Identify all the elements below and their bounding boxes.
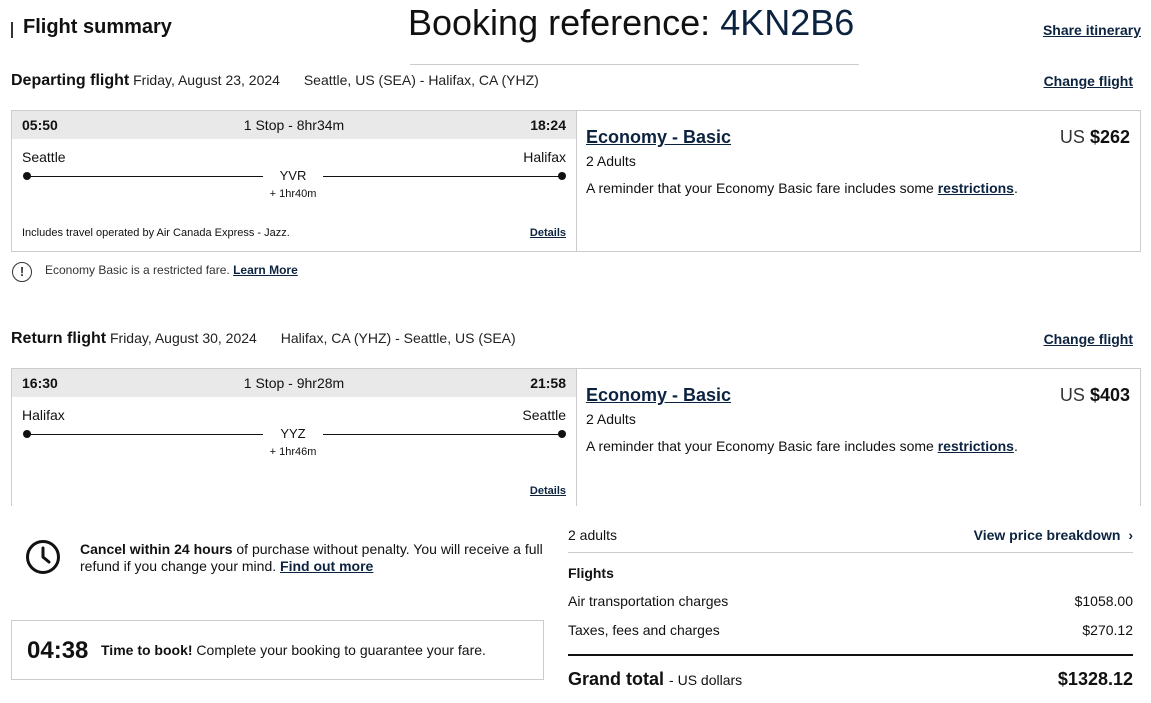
fare-price: US $403 bbox=[1060, 385, 1130, 406]
divider bbox=[568, 552, 1133, 553]
countdown-timer: 04:38 bbox=[27, 637, 89, 664]
fare-panel: Economy - Basic US $262 2 Adults A remin… bbox=[586, 111, 1130, 251]
arrival-time: 21:58 bbox=[530, 375, 566, 391]
details-link[interactable]: Details bbox=[530, 227, 566, 239]
grand-total-label: Grand total bbox=[568, 669, 665, 689]
learn-more-link[interactable]: Learn More bbox=[233, 263, 298, 277]
flights-heading: Flights bbox=[568, 565, 614, 581]
grand-total-currency: - US dollars bbox=[669, 672, 743, 688]
flight-times-bar: 05:50 1 Stop - 8hr34m 18:24 bbox=[12, 111, 576, 139]
departing-flight-date: Friday, August 23, 2024 bbox=[133, 72, 280, 88]
layover-duration: + 1hr46m bbox=[269, 446, 317, 458]
operated-by-note: Includes travel operated by Air Canada E… bbox=[22, 227, 290, 239]
origin-city: Seattle bbox=[22, 149, 66, 165]
clock-icon bbox=[26, 540, 60, 574]
stops-duration: 1 Stop - 8hr34m bbox=[243, 117, 345, 133]
layover-duration: + 1hr40m bbox=[269, 188, 317, 200]
fare-type-link[interactable]: Economy - Basic bbox=[586, 385, 731, 406]
fare-currency: US bbox=[1059, 385, 1085, 405]
taxes-row: Taxes, fees and charges $270.12 bbox=[568, 622, 1133, 638]
divider bbox=[410, 64, 859, 65]
share-itinerary-link[interactable]: Share itinerary bbox=[1043, 22, 1141, 38]
fare-currency: US bbox=[1059, 127, 1085, 147]
return-flight-date: Friday, August 30, 2024 bbox=[109, 330, 257, 346]
flight-itinerary-panel: 16:30 1 Stop - 9hr28m 21:58 Halifax Seat… bbox=[12, 369, 577, 506]
booking-reference-code: 4KN2B6 bbox=[720, 2, 855, 43]
passenger-count: 2 Adults bbox=[586, 153, 636, 169]
details-link[interactable]: Details bbox=[530, 485, 566, 497]
timer-message-text: Complete your booking to guarantee your … bbox=[196, 642, 486, 658]
fare-panel: Economy - Basic US $403 2 Adults A remin… bbox=[586, 369, 1130, 506]
departing-flight-card: 05:50 1 Stop - 8hr34m 18:24 Seattle Hali… bbox=[11, 110, 1141, 252]
cancel-policy-notice: Cancel within 24 hours of purchase witho… bbox=[80, 541, 550, 575]
fare-reminder: A reminder that your Economy Basic fare … bbox=[586, 438, 1018, 454]
origin-dot bbox=[23, 172, 31, 180]
fare-reminder-text: A reminder that your Economy Basic fare … bbox=[586, 180, 934, 196]
title-accent-bar bbox=[11, 22, 13, 38]
grand-total-value: $1328.12 bbox=[1057, 669, 1133, 689]
cancel-policy-bold: Cancel within 24 hours bbox=[80, 541, 233, 557]
return-flight-header: Return flight Friday, August 30, 2024 Ha… bbox=[11, 330, 516, 348]
taxes-label: Taxes, fees and charges bbox=[568, 622, 720, 638]
origin-dot bbox=[23, 430, 31, 438]
chevron-right-icon: › bbox=[1128, 527, 1133, 543]
fare-type-link[interactable]: Economy - Basic bbox=[586, 127, 731, 148]
return-flight-label: Return flight bbox=[11, 330, 107, 347]
booking-reference-label: Booking reference: bbox=[408, 2, 711, 43]
destination-dot bbox=[558, 430, 566, 438]
fare-amount: $262 bbox=[1089, 127, 1130, 147]
arrival-time: 18:24 bbox=[530, 117, 566, 133]
destination-city: Seattle bbox=[522, 407, 566, 423]
restrictions-link[interactable]: restrictions bbox=[938, 180, 1014, 196]
booking-timer-box: 04:38 Time to book! Complete your bookin… bbox=[11, 620, 544, 680]
stops-duration: 1 Stop - 9hr28m bbox=[243, 375, 345, 391]
find-out-more-link[interactable]: Find out more bbox=[280, 558, 373, 574]
taxes-value: $270.12 bbox=[1082, 622, 1133, 638]
destination-dot bbox=[558, 172, 566, 180]
air-charges-label: Air transportation charges bbox=[568, 593, 729, 609]
exclamation-icon: ! bbox=[12, 262, 32, 282]
connection-airport: YYZ bbox=[263, 426, 323, 441]
destination-city: Halifax bbox=[523, 149, 566, 165]
flight-itinerary-panel: 05:50 1 Stop - 8hr34m 18:24 Seattle Hali… bbox=[12, 111, 577, 251]
fare-amount: $403 bbox=[1089, 385, 1130, 405]
restrictions-link[interactable]: restrictions bbox=[938, 438, 1014, 454]
flight-times-bar: 16:30 1 Stop - 9hr28m 21:58 bbox=[12, 369, 576, 397]
page-title: Flight summary bbox=[23, 16, 172, 38]
view-price-breakdown-link[interactable]: View price breakdown › bbox=[974, 527, 1133, 543]
fare-reminder-text: A reminder that your Economy Basic fare … bbox=[586, 438, 934, 454]
adults-row: 2 adults View price breakdown › bbox=[568, 527, 1133, 543]
timer-message: Time to book! Complete your booking to g… bbox=[101, 642, 486, 658]
divider bbox=[568, 654, 1133, 656]
change-return-flight-link[interactable]: Change flight bbox=[1044, 331, 1133, 347]
booking-reference: Booking reference: 4KN2B6 bbox=[408, 2, 854, 44]
departing-flight-route: Seattle, US (SEA) - Halifax, CA (YHZ) bbox=[303, 72, 539, 88]
passenger-count: 2 Adults bbox=[586, 411, 636, 427]
air-charges-value: $1058.00 bbox=[1074, 593, 1133, 609]
price-summary: 2 adults View price breakdown › Flights … bbox=[568, 525, 1133, 695]
origin-city: Halifax bbox=[22, 407, 65, 423]
change-departing-flight-link[interactable]: Change flight bbox=[1044, 73, 1133, 89]
departing-flight-header: Departing flight Friday, August 23, 2024… bbox=[11, 72, 539, 90]
timer-message-bold: Time to book! bbox=[101, 642, 193, 658]
view-price-breakdown-label: View price breakdown bbox=[973, 527, 1121, 543]
departing-flight-label: Departing flight bbox=[11, 72, 130, 89]
grand-total-row: Grand total - US dollars $1328.12 bbox=[568, 669, 1133, 690]
return-flight-card: 16:30 1 Stop - 9hr28m 21:58 Halifax Seat… bbox=[11, 368, 1141, 506]
restricted-fare-text: Economy Basic is a restricted fare. bbox=[45, 263, 230, 277]
fare-price: US $262 bbox=[1060, 127, 1130, 148]
air-charges-row: Air transportation charges $1058.00 bbox=[568, 593, 1133, 609]
restricted-fare-note: Economy Basic is a restricted fare. Lear… bbox=[45, 263, 298, 277]
fare-reminder: A reminder that your Economy Basic fare … bbox=[586, 180, 1018, 196]
adults-count: 2 adults bbox=[568, 527, 618, 543]
return-flight-route: Halifax, CA (YHZ) - Seattle, US (SEA) bbox=[280, 330, 516, 346]
connection-airport: YVR bbox=[263, 168, 323, 183]
